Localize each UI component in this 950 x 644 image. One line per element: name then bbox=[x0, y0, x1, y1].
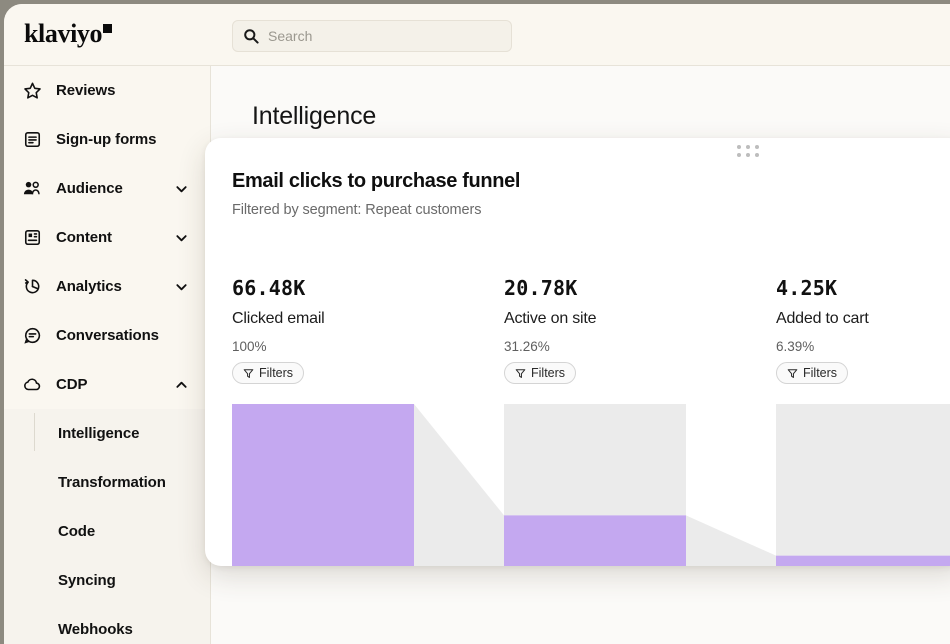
funnel-connector bbox=[686, 515, 776, 566]
funnel-bar-fill bbox=[776, 556, 950, 566]
sidebar-subitem-label: Intelligence bbox=[58, 425, 139, 442]
sidebar-subitem-transformation[interactable]: Transformation bbox=[4, 458, 210, 507]
sidebar-subitem-webhooks[interactable]: Webhooks bbox=[4, 605, 210, 644]
funnel-stage-added-to-cart: 4.25K Added to cart 6.39% Filters bbox=[776, 278, 869, 384]
sidebar-item-label: Content bbox=[56, 229, 112, 246]
sidebar: Reviews Sign-up forms bbox=[4, 66, 211, 644]
stage-label: Active on site bbox=[504, 310, 596, 328]
sidebar-subitem-code[interactable]: Code bbox=[4, 507, 210, 556]
sidebar-subitem-label: Webhooks bbox=[58, 621, 133, 638]
sidebar-item-label: Sign-up forms bbox=[56, 131, 156, 148]
funnel-bar-fill bbox=[504, 515, 686, 566]
stage-percent: 31.26% bbox=[504, 339, 596, 354]
cloud-icon bbox=[22, 375, 42, 395]
top-bar: klaviyo bbox=[4, 4, 950, 66]
sidebar-item-sign-up-forms[interactable]: Sign-up forms bbox=[4, 115, 210, 164]
sidebar-subitem-intelligence[interactable]: Intelligence bbox=[4, 409, 210, 458]
search-input[interactable] bbox=[268, 28, 501, 44]
chevron-down-icon[interactable] bbox=[175, 280, 188, 293]
funnel-bar-fill bbox=[232, 404, 414, 566]
funnel-stage-clicked-email: 66.48K Clicked email 100% Filters bbox=[232, 278, 325, 384]
funnel-filter-icon bbox=[787, 368, 798, 379]
filters-button[interactable]: Filters bbox=[776, 362, 848, 384]
sidebar-subitem-label: Transformation bbox=[58, 474, 166, 491]
sidebar-item-audience[interactable]: Audience bbox=[4, 164, 210, 213]
people-icon bbox=[22, 179, 42, 199]
sidebar-item-label: Conversations bbox=[56, 327, 159, 344]
sidebar-item-label: Audience bbox=[56, 180, 123, 197]
chevron-up-icon[interactable] bbox=[175, 378, 188, 391]
page-title: Intelligence bbox=[252, 102, 376, 131]
funnel-card: Email clicks to purchase funnel Filtered… bbox=[205, 138, 950, 566]
filters-label: Filters bbox=[803, 366, 837, 380]
search-icon bbox=[243, 28, 259, 44]
sidebar-item-analytics[interactable]: Analytics bbox=[4, 262, 210, 311]
stage-label: Clicked email bbox=[232, 310, 325, 328]
sidebar-item-label: Analytics bbox=[56, 278, 122, 295]
stage-value: 20.78K bbox=[504, 278, 596, 298]
form-icon bbox=[22, 130, 42, 150]
funnel-bar-track bbox=[776, 404, 950, 556]
card-subtitle: Filtered by segment: Repeat customers bbox=[232, 202, 481, 218]
funnel-filter-icon bbox=[515, 368, 526, 379]
sidebar-subitem-label: Code bbox=[58, 523, 95, 540]
star-icon bbox=[22, 81, 42, 101]
funnel-stage-active-on-site: 20.78K Active on site 31.26% Filters bbox=[504, 278, 596, 384]
cdp-submenu: Intelligence Transformation Code Syncing… bbox=[4, 409, 210, 644]
sidebar-item-cdp[interactable]: CDP bbox=[4, 360, 210, 409]
stage-value: 4.25K bbox=[776, 278, 869, 298]
chat-bubble-icon bbox=[22, 326, 42, 346]
filters-label: Filters bbox=[259, 366, 293, 380]
sidebar-item-label: CDP bbox=[56, 376, 87, 393]
chevron-down-icon[interactable] bbox=[175, 182, 188, 195]
search-bar[interactable] bbox=[232, 20, 512, 52]
sidebar-item-conversations[interactable]: Conversations bbox=[4, 311, 210, 360]
funnel-filter-icon bbox=[243, 368, 254, 379]
funnel-bar-track bbox=[504, 404, 686, 515]
sidebar-item-reviews[interactable]: Reviews bbox=[4, 66, 210, 115]
sidebar-item-label: Reviews bbox=[56, 82, 115, 99]
stage-percent: 100% bbox=[232, 339, 325, 354]
brand-wordmark: klaviyo bbox=[24, 19, 102, 48]
filters-button[interactable]: Filters bbox=[504, 362, 576, 384]
funnel-connector bbox=[414, 404, 504, 566]
sidebar-item-content[interactable]: Content bbox=[4, 213, 210, 262]
app-window: klaviyo Reviews bbox=[4, 4, 950, 644]
sidebar-subitem-label: Syncing bbox=[58, 572, 116, 589]
stage-value: 66.48K bbox=[232, 278, 325, 298]
filters-button[interactable]: Filters bbox=[232, 362, 304, 384]
filters-label: Filters bbox=[531, 366, 565, 380]
pie-chart-icon bbox=[22, 277, 42, 297]
content-icon bbox=[22, 228, 42, 248]
chevron-down-icon[interactable] bbox=[175, 231, 188, 244]
sidebar-subitem-syncing[interactable]: Syncing bbox=[4, 556, 210, 605]
stage-percent: 6.39% bbox=[776, 339, 869, 354]
brand-square-mark bbox=[103, 24, 112, 33]
klaviyo-logo[interactable]: klaviyo bbox=[24, 19, 112, 49]
funnel-chart bbox=[205, 404, 950, 566]
stage-label: Added to cart bbox=[776, 310, 869, 328]
card-title: Email clicks to purchase funnel bbox=[232, 170, 520, 193]
drag-dots-icon[interactable] bbox=[737, 145, 759, 161]
